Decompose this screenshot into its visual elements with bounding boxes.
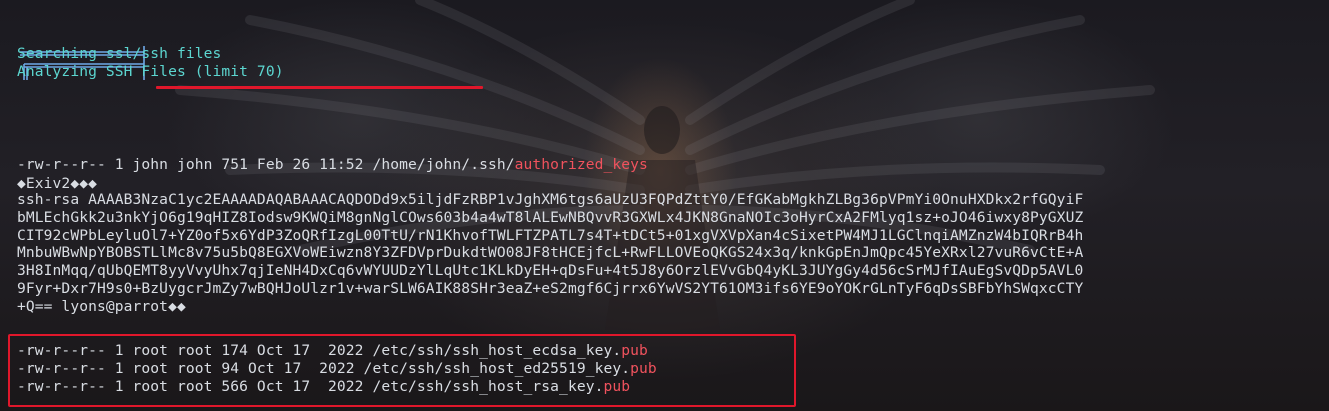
terminal-output: Searching ssl/ssh files Analyzing SSH Fi… — [0, 0, 1329, 411]
annotation-highlight-box — [8, 334, 796, 407]
listing-text: -rw-r--r-- 1 john john 751 Feb 26 11:52 … — [17, 156, 515, 173]
section-subtitle-ssh-files: Analyzing SSH Files (limit 70) — [17, 63, 284, 80]
ssh-key-line: 3H8InMqq/qUbQEMT8yyVvyUhx7qjIeNH4DxCq6vW… — [17, 262, 1084, 279]
authorized-keys-listing: -rw-r--r-- 1 john john 751 Feb 26 11:52 … — [17, 156, 648, 173]
ssh-key-line: +Q== lyons@parrot◆◆ — [17, 298, 186, 315]
ssh-key-line: CIT92cWPbLeyluOl7+YZ0of5x6YdP3ZoQRfIzgL0… — [17, 227, 1084, 244]
ssh-key-line: MnbuWBwNpYBOBSTLlMc8v75u5bQ8EGXVoWEiwzn8… — [17, 244, 1084, 261]
ssh-key-line: 9Fyr+Dxr7H9s0+BzUygcrJmZy7wBQHJoUlzr1v+w… — [17, 280, 1084, 297]
section-title-ssl-ssh: Searching ssl/ssh files — [17, 45, 222, 62]
exif-garbage-line: ◆Exiv2◆◆◆ — [17, 175, 97, 192]
ssh-key-line: bMLEchGkk2u3nkYjO6g19qHIZ8Iodsw9KWQiM8gn… — [17, 209, 1084, 226]
annotation-underline — [156, 86, 483, 89]
authorized-keys-filename: authorized_keys — [514, 156, 648, 173]
ssh-key-line: ssh-rsa AAAAB3NzaC1yc2EAAAADAQABAAACAQDO… — [17, 191, 1084, 208]
